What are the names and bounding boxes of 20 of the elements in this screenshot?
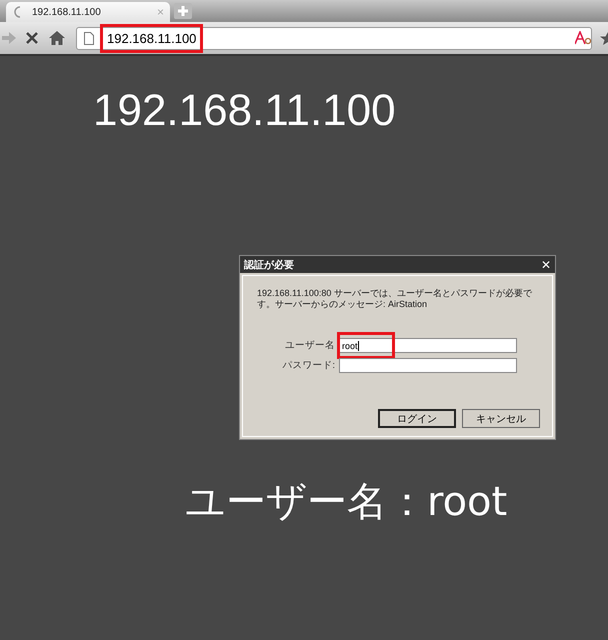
field-label: パスワード: — [281, 359, 335, 372]
input-field[interactable]: root — [339, 338, 517, 353]
page-heading: 192.168.11.100 — [93, 86, 397, 136]
page-icon — [84, 32, 94, 44]
home-icon[interactable] — [48, 30, 66, 46]
dialog-title: 認証が必要 — [244, 258, 294, 272]
tab-title: 192.168.11.100 — [32, 6, 101, 18]
dialog-message: 192.168.11.100:80 サーバーでは、ユーザー名とパスワードが必要です。サーバーからのメッセージ: AirStation — [257, 288, 533, 310]
dialog-button[interactable]: ログイン — [378, 409, 456, 428]
close-icon[interactable] — [26, 32, 38, 44]
page-caption: ユーザー名：root — [185, 478, 508, 527]
dialog-close-button[interactable]: ✕ — [540, 258, 551, 272]
dialog-button[interactable]: キャンセル — [462, 409, 540, 428]
url-text: 192.168.11.100 — [100, 24, 204, 52]
loading-icon — [12, 6, 22, 18]
font-icon[interactable] — [575, 31, 591, 45]
field-label: ユーザー名 — [284, 339, 335, 352]
browser-tab[interactable]: 192.168.11.100 × — [6, 2, 170, 22]
star-icon[interactable] — [600, 31, 608, 45]
input-field[interactable] — [339, 358, 517, 373]
